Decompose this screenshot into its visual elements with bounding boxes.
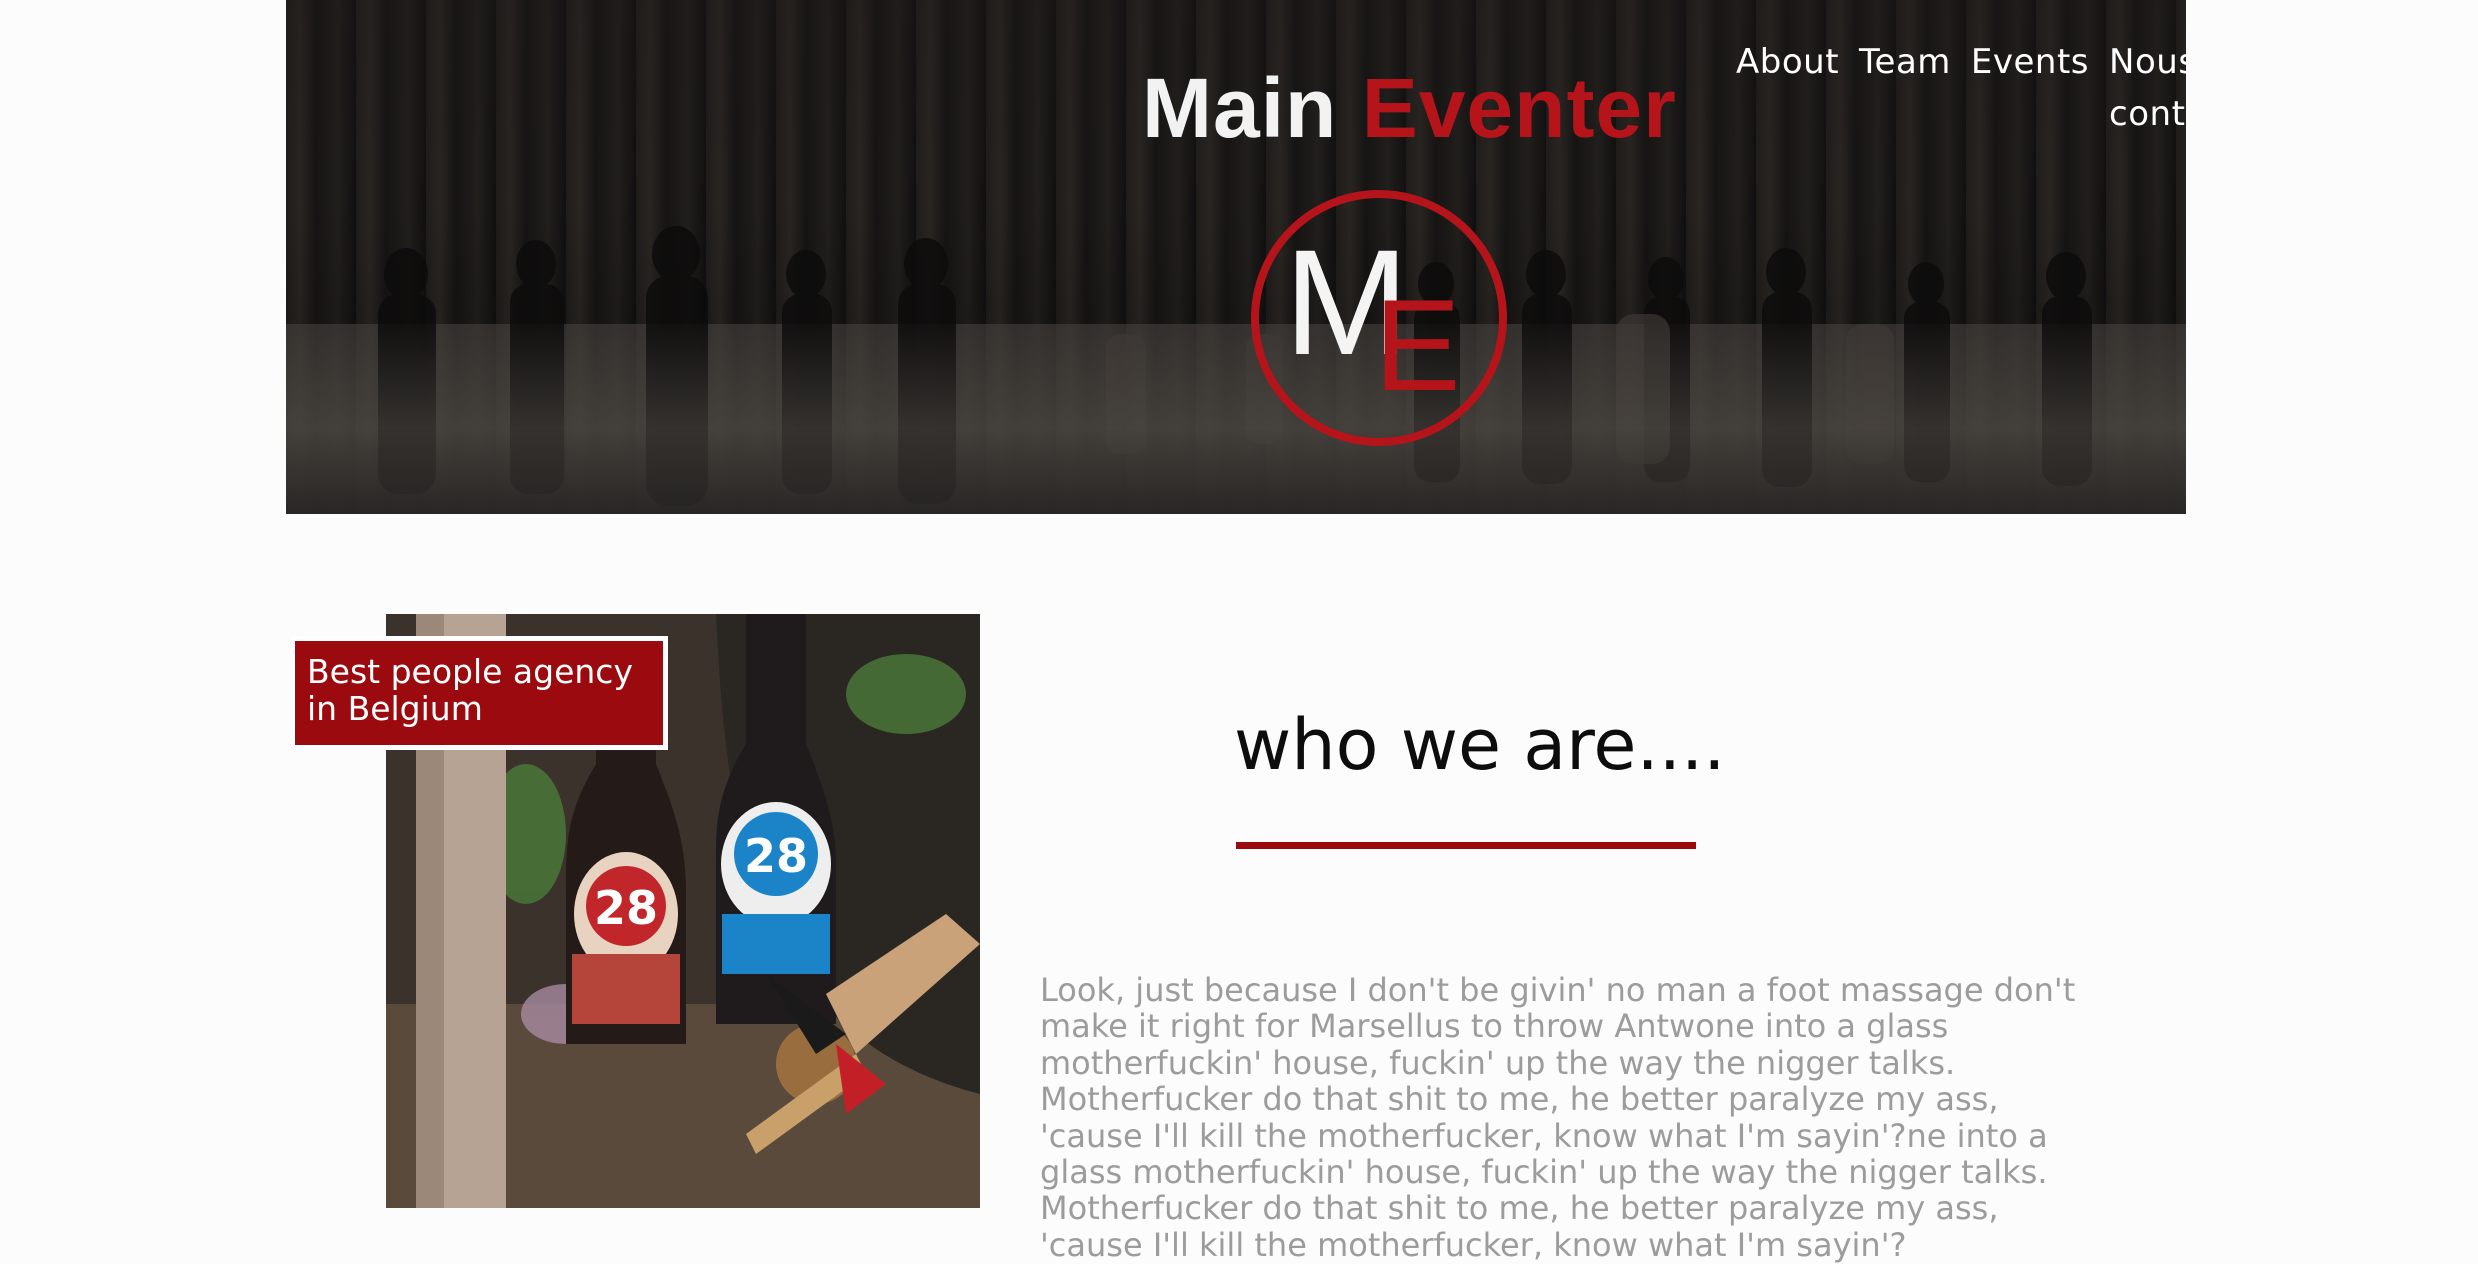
heading-underline <box>1236 842 1696 849</box>
intro-paragraph: Look, just because I don't be givin' no … <box>1040 971 2076 1264</box>
bottle-label-right: 28 <box>744 829 808 883</box>
badge-text: Best people agency in Belgium <box>307 652 633 728</box>
bottle-label-left: 28 <box>594 881 658 935</box>
emblem-letter-e: E <box>1374 272 1461 418</box>
nav-link-contact[interactable]: Nous contacter <box>2109 36 2186 140</box>
brand-word-eventer: Eventer <box>1361 61 1677 155</box>
street-overlay <box>286 324 2186 514</box>
brand-word-main: Main <box>1142 61 1338 155</box>
hero-banner: Main Eventer M E About Team Events Nous … <box>286 0 2186 514</box>
nav-link-events[interactable]: Events <box>1971 36 2089 140</box>
agency-badge: Best people agency in Belgium <box>290 636 668 750</box>
section-heading: who we are.... <box>1234 704 1726 786</box>
brand-logo-title[interactable]: Main Eventer <box>1142 60 1677 156</box>
main-navigation: About Team Events Nous contacter <box>1736 36 2186 140</box>
nav-link-team[interactable]: Team <box>1859 36 1951 140</box>
nav-link-about[interactable]: About <box>1736 36 1839 140</box>
brand-emblem-logo[interactable]: M E <box>1244 176 1514 456</box>
